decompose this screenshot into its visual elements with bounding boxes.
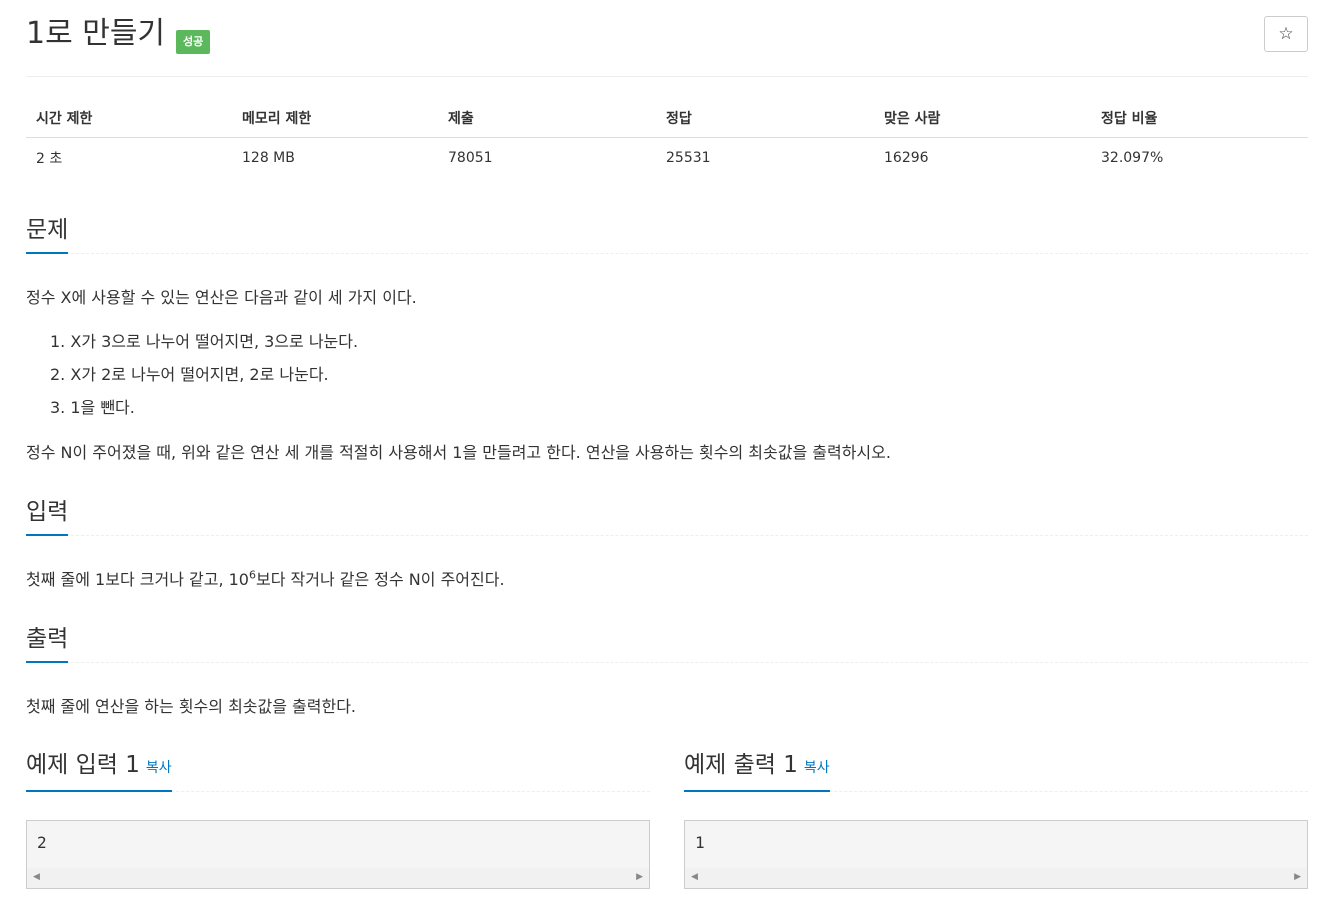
solved-users-value: 16296 [884,150,929,166]
sample-input-value: 2 [37,833,47,852]
output-description: 첫째 줄에 연산을 하는 횟수의 최솟값을 출력한다. [26,697,357,716]
input-section-header: 입력 [26,487,1308,536]
star-button[interactable]: ☆ [1264,16,1308,52]
sample-input-title: 예제 입력 1 복사 [26,749,172,792]
problem-page: 1로 만들기 성공 ☆ 시간 제한 메모리 제한 제출 정답 맞은 사람 정답 … [26,0,1308,900]
header-solved-users: 맞은 사람 [874,98,1091,138]
sample-output-header: 예제 출력 1 복사 [684,743,1308,792]
input-description: 첫째 줄에 1보다 크거나 같고, 106보다 작거나 같은 정수 N이 주어진… [26,568,505,589]
scroll-right-icon[interactable]: ▶ [1294,872,1301,882]
exponent: 6 [248,568,256,582]
scroll-left-icon[interactable]: ◀ [691,872,698,882]
description-intro: 정수 X에 사용할 수 있는 연산은 다음과 같이 세 가지 이다. [26,288,417,307]
status-badge: 성공 [176,30,211,54]
accept-ratio-value: 32.097% [1101,150,1164,166]
accepted-value: 25531 [666,150,711,166]
header-time-limit: 시간 제한 [26,98,232,138]
operation-item: 3. 1을 뺀다. [50,398,135,417]
header-submissions: 제출 [438,98,656,138]
scroll-left-icon[interactable]: ◀ [33,872,40,882]
sample-output-box[interactable]: 1 ◀ ▶ [684,820,1308,889]
problem-header: 1로 만들기 성공 ☆ [26,0,1308,77]
sample-input-box[interactable]: 2 ◀ ▶ [26,820,650,889]
operation-item: 2. X가 2로 나누어 떨어지면, 2로 나눈다. [50,365,329,384]
submissions-value: 78051 [448,150,493,166]
sample-output-title: 예제 출력 1 복사 [684,749,830,792]
info-header-row: 시간 제한 메모리 제한 제출 정답 맞은 사람 정답 비율 [26,98,1308,138]
problem-info-table: 시간 제한 메모리 제한 제출 정답 맞은 사람 정답 비율 2 초 128 M… [26,98,1308,178]
copy-sample-output-button[interactable]: 복사 [804,760,830,776]
header-accept-ratio: 정답 비율 [1091,98,1308,138]
operations-list: 1. X가 3으로 나누어 떨어지면, 3으로 나눈다. 2. X가 2로 나누… [50,329,358,428]
output-section-title: 출력 [26,623,69,663]
description-section-title: 문제 [26,214,69,254]
header-memory-limit: 메모리 제한 [232,98,438,138]
output-section-header: 출력 [26,614,1308,663]
description-section-header: 문제 [26,205,1308,254]
horizontal-scrollbar[interactable]: ◀ ▶ [27,868,649,888]
star-icon: ☆ [1278,24,1294,44]
operation-item: 1. X가 3으로 나누어 떨어지면, 3으로 나눈다. [50,332,359,351]
description-task: 정수 N이 주어졌을 때, 위와 같은 연산 세 개를 적절히 사용해서 1을 … [26,443,891,462]
horizontal-scrollbar[interactable]: ◀ ▶ [685,868,1307,888]
input-section-title: 입력 [26,496,69,536]
header-accepted: 정답 [656,98,874,138]
scroll-right-icon[interactable]: ▶ [636,872,643,882]
info-value-row: 2 초 128 MB 78051 25531 16296 32.097% [26,138,1308,179]
sample-output-value: 1 [695,833,705,852]
memory-limit-value: 128 MB [242,150,295,166]
copy-sample-input-button[interactable]: 복사 [146,760,172,776]
sample-input-header: 예제 입력 1 복사 [26,743,650,792]
problem-title: 1로 만들기 [26,16,166,51]
time-limit-value: 2 초 [36,151,63,167]
